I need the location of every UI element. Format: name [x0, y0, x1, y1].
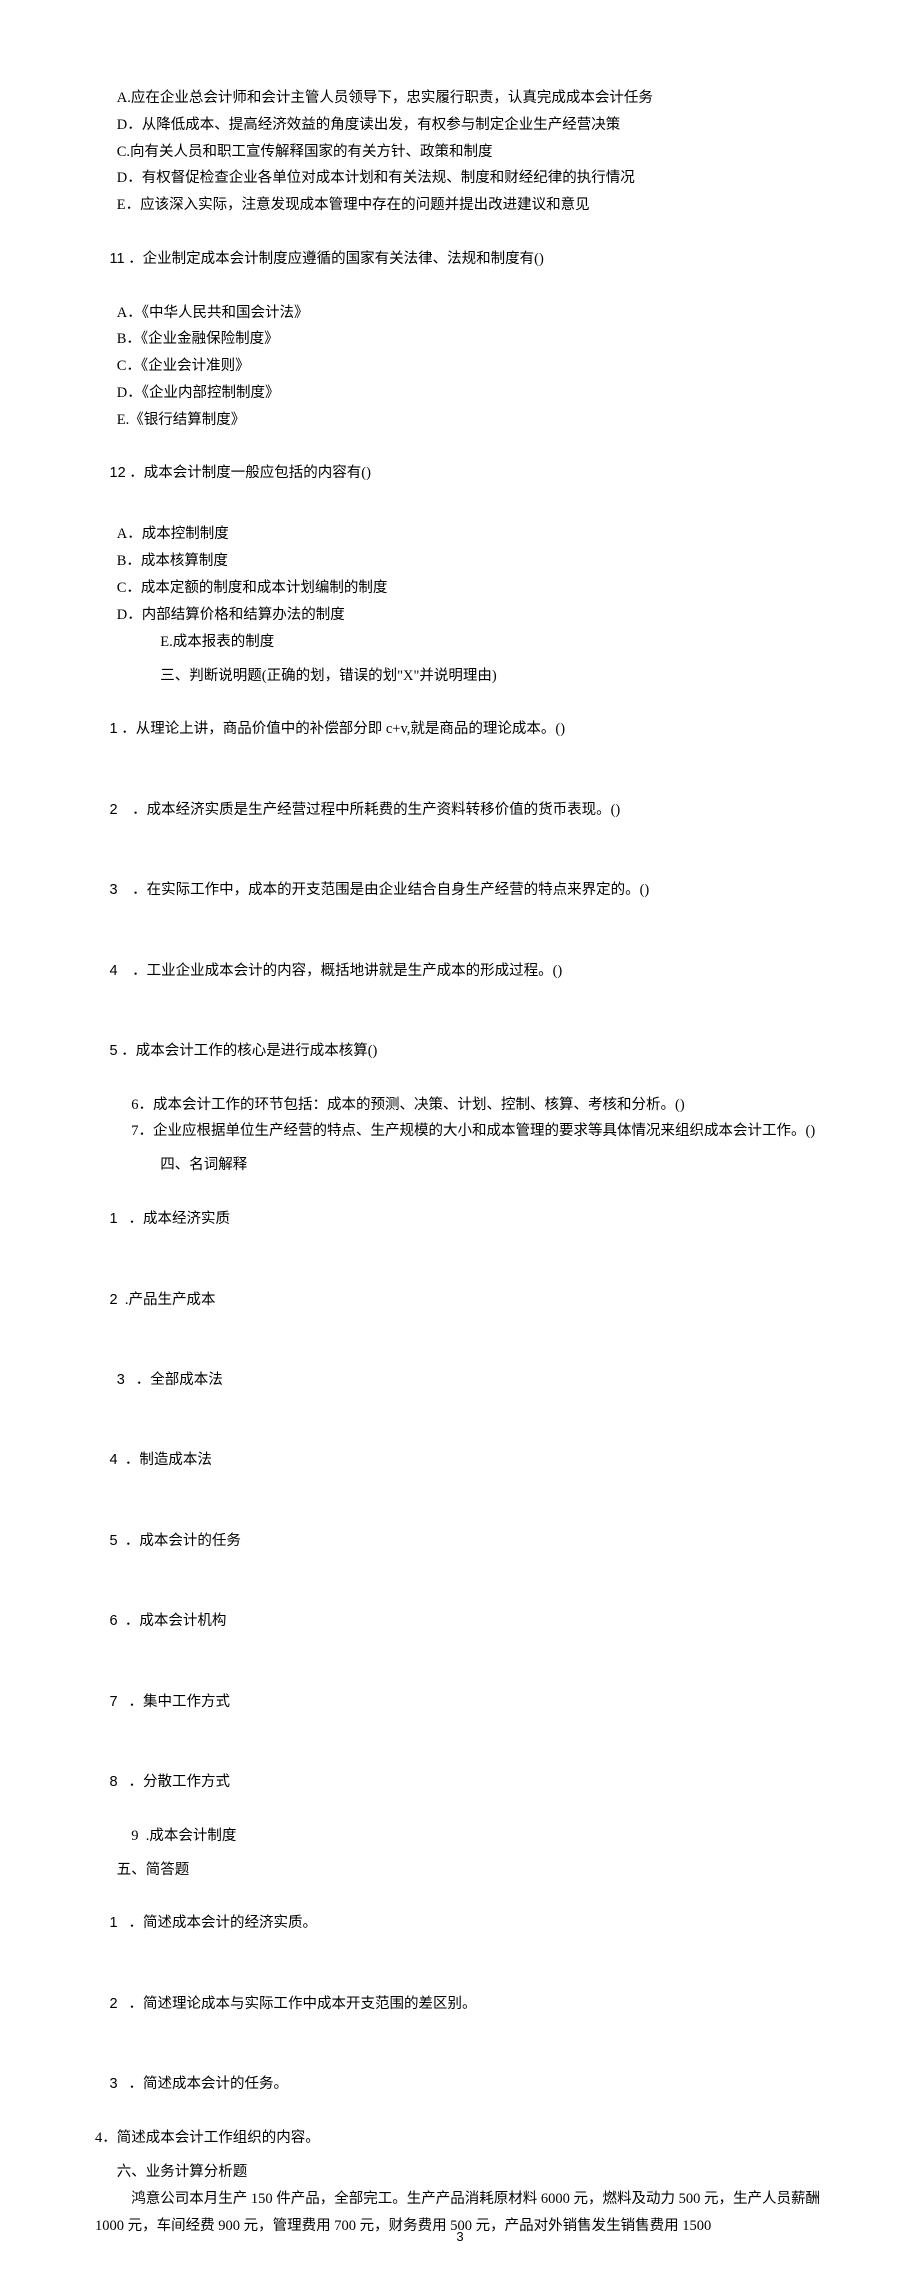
list-item: 8 ．分散工作方式 [95, 1742, 825, 1822]
list-item: 1 ．从理论上讲，商品价值中的补偿部分即 c+v,就是商品的理论成本。() [95, 689, 825, 769]
section-heading: 三、判断说明题(正确的划，错误的划"X"并说明理由) [95, 663, 825, 690]
item-text: ．简述理论成本与实际工作中成本开支范围的差区别。 [118, 1996, 477, 2012]
item-number: 5 [110, 1043, 118, 1059]
item-text: ．制造成本法 [118, 1452, 212, 1468]
document-page: A.应在企业总会计师和会计主管人员领导下，忠实履行职责，认真完成成本会计任务 D… [0, 0, 920, 2279]
item-number: 2 [110, 1996, 118, 2012]
question-stem: 11 ．企业制定成本会计制度应遵循的国家有关法律、法规和制度有() [95, 219, 825, 299]
item-number: 1 [110, 1211, 118, 1227]
list-item: 1 ．成本经济实质 [95, 1179, 825, 1259]
item-text: ．全部成本法 [125, 1372, 223, 1388]
option-text: C.向有关人员和职工宣传解释国家的有关方针、政策和制度 [95, 139, 825, 166]
list-item: 4 ．制造成本法 [95, 1421, 825, 1501]
item-number: 7 [110, 1694, 118, 1710]
question-number: 11 [110, 251, 125, 267]
list-item: 6．成本会计工作的环节包括：成本的预测、决策、计划、控制、核算、考核和分析。() [95, 1092, 825, 1119]
item-number: 2 [110, 802, 118, 818]
list-item: 1 ．简述成本会计的经济实质。 [95, 1884, 825, 1964]
option-text: D．有权督促检查企业各单位对成本计划和有关法规、制度和财经纪律的执行情况 [95, 165, 825, 192]
item-number: 4 [110, 963, 118, 979]
list-item: 6 ．成本会计机构 [95, 1581, 825, 1661]
item-text: ．成本会计的任务 [118, 1533, 241, 1549]
option-text: D．内部结算价格和结算办法的制度 [95, 602, 825, 629]
list-item: 5 ．成本会计的任务 [95, 1501, 825, 1581]
question-text: ．成本会计制度一般应包括的内容有() [126, 465, 371, 481]
list-item: 2 .产品生产成本 [95, 1260, 825, 1340]
option-text: E.成本报表的制度 [95, 629, 825, 656]
option-text: E．应该深入实际，注意发现成本管理中存在的问题并提出改进建议和意见 [95, 192, 825, 219]
page-number: 3 [0, 2225, 920, 2249]
item-number: 8 [110, 1774, 118, 1790]
option-text: A．《中华人民共和国会计法》 [95, 300, 825, 327]
option-text: C．《企业会计准则》 [95, 353, 825, 380]
item-number: 3 [110, 2076, 118, 2092]
item-text: ．简述成本会计的任务。 [118, 2076, 288, 2092]
item-text: ．集中工作方式 [118, 1694, 230, 1710]
list-item: 9 .成本会计制度 [95, 1823, 825, 1850]
item-text: ．分散工作方式 [118, 1774, 230, 1790]
item-text: ．成本经济实质 [118, 1211, 230, 1227]
item-text: ．成本经济实质是生产经营过程中所耗费的生产资料转移价值的货币表现。() [118, 802, 621, 818]
item-text: ．成本会计工作的核心是进行成本核算() [118, 1043, 378, 1059]
section-heading: 五、简答题 [95, 1857, 825, 1884]
option-text: B．成本核算制度 [95, 548, 825, 575]
list-item: 4．简述成本会计工作组织的内容。 [95, 2125, 825, 2152]
item-text: ．成本会计机构 [118, 1613, 227, 1629]
list-item: 5 ．成本会计工作的核心是进行成本核算() [95, 1011, 825, 1091]
question-stem: 12 ．成本会计制度一般应包括的内容有() [95, 434, 825, 514]
question-text: ．企业制定成本会计制度应遵循的国家有关法律、法规和制度有() [125, 251, 544, 267]
list-item: 7．企业应根据单位生产经营的特点、生产规模的大小和成本管理的要求等具体情况来组织… [95, 1118, 825, 1145]
option-text: B．《企业金融保险制度》 [95, 326, 825, 353]
section-heading: 六、业务计算分析题 [95, 2159, 825, 2186]
item-number: 5 [110, 1533, 118, 1549]
section-heading: 四、名词解释 [95, 1152, 825, 1179]
question-number: 12 [110, 465, 126, 481]
item-number: 2 [110, 1292, 118, 1308]
option-text: E.《银行结算制度》 [95, 407, 825, 434]
item-number: 4 [110, 1452, 118, 1468]
item-number: 1 [110, 721, 118, 737]
list-item: 3 ．全部成本法 [95, 1340, 825, 1420]
list-item: 7 ．集中工作方式 [95, 1662, 825, 1742]
option-text: C．成本定额的制度和成本计划编制的制度 [95, 575, 825, 602]
item-number: 3 [117, 1372, 125, 1388]
item-text: ．简述成本会计的经济实质。 [118, 1915, 317, 1931]
option-text: A．成本控制制度 [95, 521, 825, 548]
option-text: D．从降低成本、提高经济效益的角度读出发，有权参与制定企业生产经营决策 [95, 112, 825, 139]
option-text: A.应在企业总会计师和会计主管人员领导下，忠实履行职责，认真完成成本会计任务 [95, 85, 825, 112]
item-number: 1 [110, 1915, 118, 1931]
item-text: ．从理论上讲，商品价值中的补偿部分即 c+v,就是商品的理论成本。() [118, 721, 565, 737]
item-number: 6 [110, 1613, 118, 1629]
item-text: ．工业企业成本会计的内容，概括地讲就是生产成本的形成过程。() [118, 963, 563, 979]
item-text: .产品生产成本 [118, 1292, 216, 1308]
list-item: 2 ．成本经济实质是生产经营过程中所耗费的生产资料转移价值的货币表现。() [95, 770, 825, 850]
item-text: ．在实际工作中，成本的开支范围是由企业结合自身生产经营的特点来界定的。() [118, 882, 650, 898]
list-item: 3 ．简述成本会计的任务。 [95, 2045, 825, 2125]
item-number: 3 [110, 882, 118, 898]
list-item: 2 ．简述理论成本与实际工作中成本开支范围的差区别。 [95, 1964, 825, 2044]
list-item: 4 ．工业企业成本会计的内容，概括地讲就是生产成本的形成过程。() [95, 931, 825, 1011]
list-item: 3 ．在实际工作中，成本的开支范围是由企业结合自身生产经营的特点来界定的。() [95, 850, 825, 930]
option-text: D．《企业内部控制制度》 [95, 380, 825, 407]
